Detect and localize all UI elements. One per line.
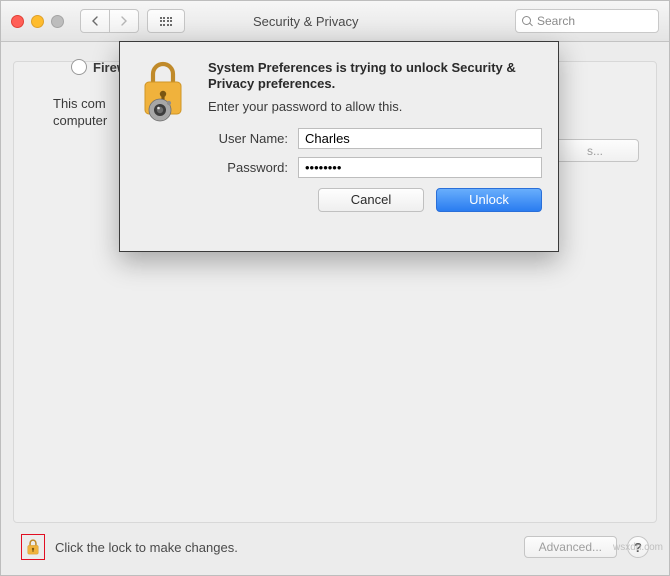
password-input[interactable] [298, 157, 542, 178]
search-placeholder: Search [537, 14, 575, 28]
window-title: Security & Privacy [193, 14, 358, 29]
grid-icon [160, 17, 173, 26]
dialog-subheading: Enter your password to allow this. [208, 99, 542, 114]
dialog-heading: System Preferences is trying to unlock S… [208, 60, 542, 93]
window-controls [11, 15, 64, 28]
advanced-button[interactable]: Advanced... [524, 536, 617, 558]
minimize-window-button[interactable] [31, 15, 44, 28]
bottom-bar: Click the lock to make changes. Advanced… [21, 533, 649, 561]
lock-preferences-icon [136, 60, 194, 122]
cancel-button[interactable]: Cancel [318, 188, 424, 212]
lock-button[interactable] [21, 534, 45, 560]
close-window-button[interactable] [11, 15, 24, 28]
firewall-description-line2: computer [53, 113, 107, 130]
chevron-right-icon [120, 16, 128, 26]
radio-icon [71, 59, 87, 75]
firewall-options-button[interactable]: s... [551, 139, 639, 162]
toolbar: Security & Privacy Search [1, 1, 669, 42]
security-privacy-window: Security & Privacy Search Firew This com… [0, 0, 670, 576]
chevron-left-icon [91, 16, 99, 26]
firewall-description: This com computer [53, 96, 107, 130]
back-button[interactable] [81, 10, 109, 32]
search-icon [522, 16, 533, 27]
auth-dialog: System Preferences is trying to unlock S… [119, 41, 559, 252]
password-label: Password: [208, 160, 298, 175]
watermark: wsxdn.com [613, 542, 663, 553]
search-field[interactable]: Search [515, 9, 659, 33]
lock-icon [26, 539, 40, 555]
nav-back-forward[interactable] [80, 9, 139, 33]
username-input[interactable] [298, 128, 542, 149]
unlock-button[interactable]: Unlock [436, 188, 542, 212]
firewall-description-line1: This com [53, 96, 107, 113]
forward-button[interactable] [109, 10, 138, 32]
show-all-button[interactable] [147, 9, 185, 33]
username-label: User Name: [208, 131, 298, 146]
zoom-window-button [51, 15, 64, 28]
lock-text: Click the lock to make changes. [55, 540, 238, 555]
